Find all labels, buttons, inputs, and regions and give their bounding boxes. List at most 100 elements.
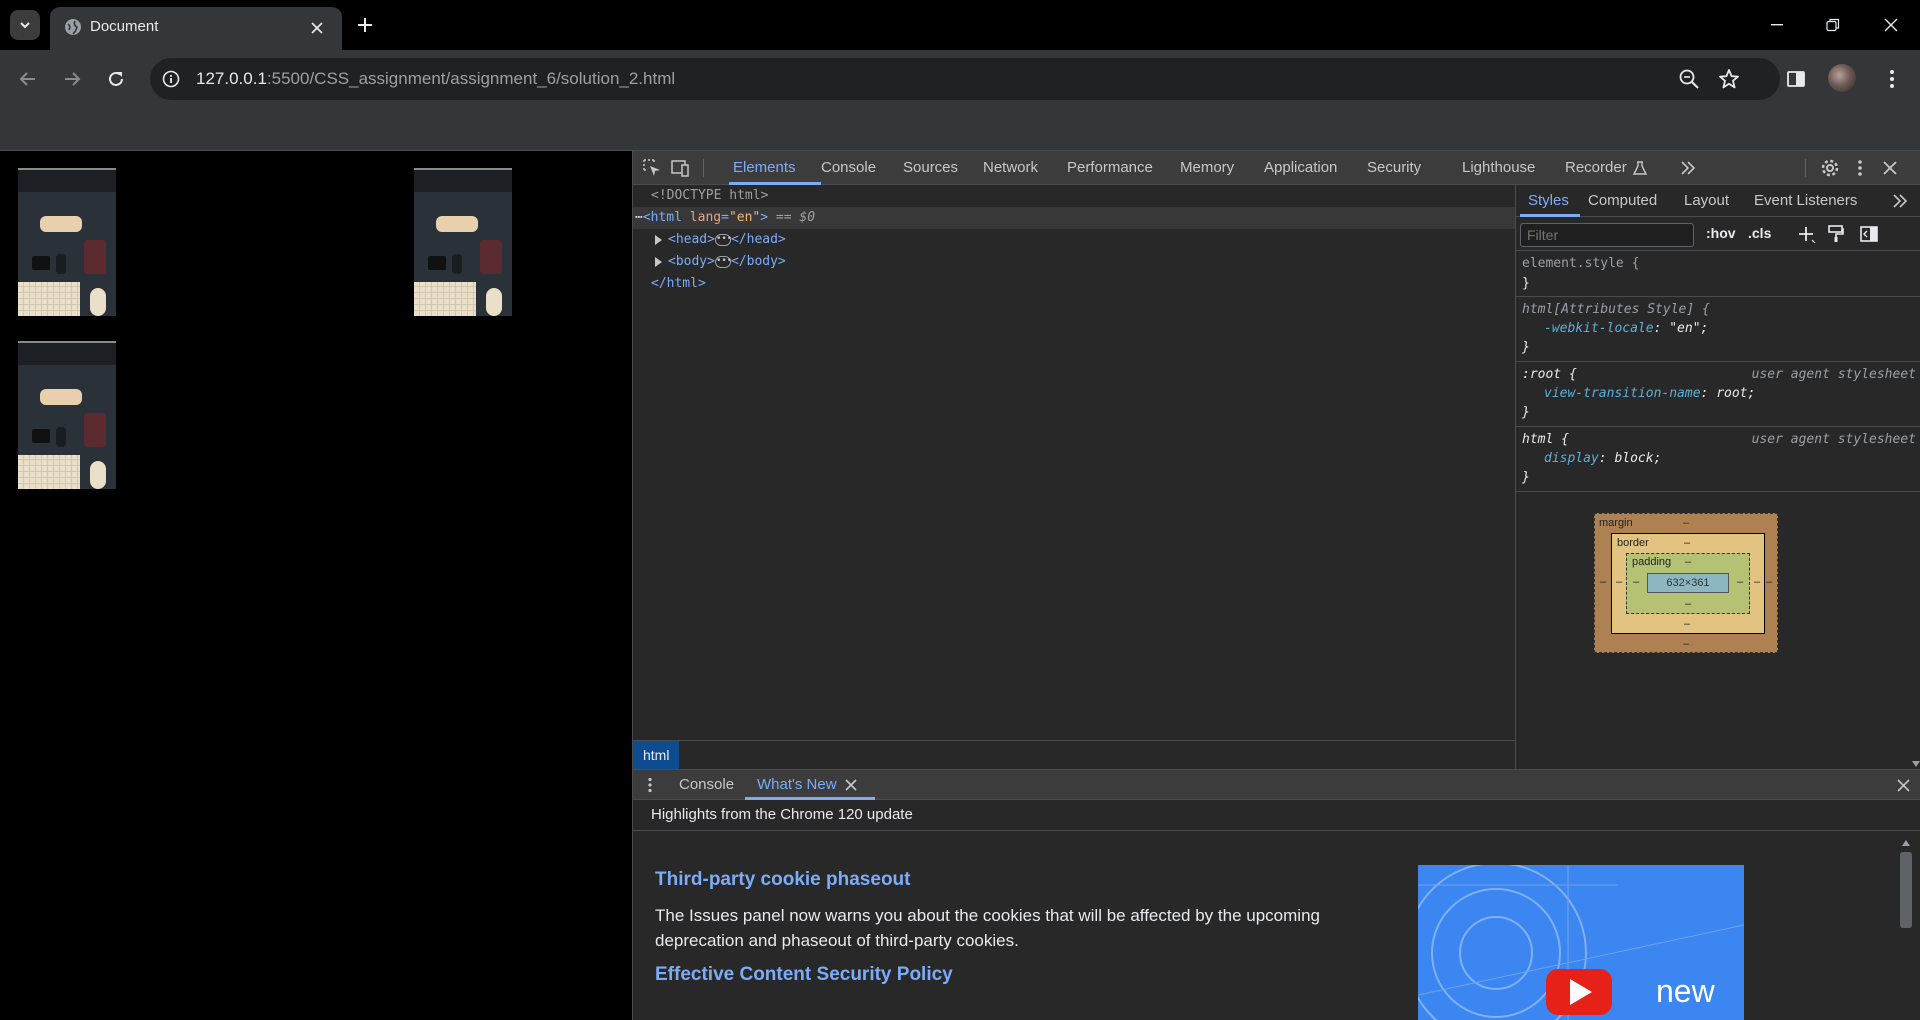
drawer-tab-console[interactable]: Console: [679, 770, 734, 800]
close-icon: [1884, 18, 1898, 32]
devtools-menu-icon[interactable]: [1849, 157, 1871, 179]
dom-head-node[interactable]: <head>•••</head>: [633, 229, 1515, 251]
tab-elements[interactable]: Elements: [733, 151, 796, 185]
styles-filter-row: :hov .cls: [1516, 217, 1920, 251]
minimize-button[interactable]: [1754, 0, 1800, 50]
style-rule-element[interactable]: element.style { }: [1516, 251, 1920, 297]
device-toolbar-icon[interactable]: [669, 157, 691, 179]
plus-icon: [358, 18, 372, 32]
style-rule-html[interactable]: html { user agent stylesheet display: bl…: [1516, 427, 1920, 492]
style-rule-root[interactable]: :root { user agent stylesheet view-trans…: [1516, 362, 1920, 427]
desk-image: [18, 168, 116, 316]
hover-state-toggle[interactable]: :hov: [1706, 225, 1736, 241]
restore-button[interactable]: [1810, 0, 1856, 50]
kebab-menu-icon: [1890, 70, 1894, 88]
box-model-border[interactable]: border – – – – padding – – – – 632×361: [1611, 533, 1765, 634]
new-tab-button[interactable]: [352, 12, 378, 38]
scroll-down-icon[interactable]: [1912, 761, 1920, 767]
tab-application[interactable]: Application: [1264, 151, 1337, 185]
collapsed-ellipsis-icon[interactable]: •••: [714, 255, 732, 268]
dom-html-node-selected[interactable]: ⋯<html lang="en"> == $0: [633, 207, 1515, 229]
drawer-menu-icon[interactable]: [647, 777, 653, 793]
tab-recorder[interactable]: Recorder: [1565, 151, 1627, 185]
styles-pane: Styles Computed Layout Event Listeners :…: [1515, 185, 1920, 769]
browser-toolbar: 127.0.0.1:5500/CSS_assignment/assignment…: [0, 50, 1920, 108]
class-toggle[interactable]: .cls: [1748, 225, 1771, 241]
url-text: 127.0.0.1:5500/CSS_assignment/assignment…: [196, 69, 675, 89]
whats-new-highlights: Highlights from the Chrome 120 update: [633, 800, 1920, 831]
expand-triangle-icon[interactable]: [655, 256, 662, 267]
more-tabs-icon[interactable]: [1892, 194, 1908, 208]
arrow-right-icon: [65, 72, 81, 86]
tab-lighthouse[interactable]: Lighthouse: [1462, 151, 1535, 185]
tab-layout[interactable]: Layout: [1684, 185, 1729, 217]
new-style-rule-icon[interactable]: [1798, 226, 1816, 244]
divider: [1805, 159, 1806, 177]
dom-doctype[interactable]: <!DOCTYPE html>: [633, 185, 1515, 207]
styles-filter-input[interactable]: [1520, 223, 1694, 247]
back-button[interactable]: [12, 63, 44, 95]
side-panel-icon: [1787, 71, 1805, 87]
desk-image: [414, 168, 512, 316]
devtools-tab-bar: Elements Console Sources Network Perform…: [633, 151, 1920, 185]
profile-avatar[interactable]: [1828, 64, 1856, 92]
collapsed-ellipsis-icon[interactable]: •••: [714, 233, 732, 246]
whats-new-heading[interactable]: Third-party cookie phaseout: [655, 869, 910, 891]
tab-computed[interactable]: Computed: [1588, 185, 1657, 217]
close-window-button[interactable]: [1868, 0, 1914, 50]
drawer-tab-bar: Console What's New: [633, 770, 1920, 800]
promo-text: new: [1656, 973, 1715, 1009]
whats-new-heading[interactable]: Effective Content Security Policy: [655, 964, 953, 986]
drawer-scrollbar[interactable]: [1899, 834, 1913, 1020]
box-model-margin[interactable]: margin – – – – border – – – – padding – …: [1594, 513, 1778, 653]
site-info-icon[interactable]: [160, 68, 182, 90]
close-devtools-icon[interactable]: [1879, 157, 1901, 179]
inspect-element-icon[interactable]: [641, 157, 663, 179]
toolbar-spacer: [0, 108, 1920, 151]
browser-tab[interactable]: Document: [50, 7, 342, 50]
node-actions-icon[interactable]: ⋯: [635, 210, 643, 225]
close-drawer-icon[interactable]: [1897, 779, 1910, 792]
close-tab-icon[interactable]: [845, 779, 857, 791]
whats-new-body: The Issues panel now warns you about the…: [655, 906, 1320, 950]
drawer-tab-whats-new[interactable]: What's New: [757, 770, 837, 800]
restore-icon: [1826, 18, 1840, 32]
tab-security[interactable]: Security: [1367, 151, 1421, 185]
forward-button[interactable]: [56, 63, 88, 95]
desk-image: [18, 341, 116, 489]
toggle-sidebar-icon[interactable]: [1860, 226, 1878, 242]
box-model-padding[interactable]: padding – – – – 632×361: [1626, 553, 1750, 614]
whats-new-video-thumbnail[interactable]: new: [1418, 865, 1744, 1020]
tab-sources[interactable]: Sources: [903, 151, 958, 185]
rule-source: user agent stylesheet: [1751, 367, 1916, 382]
side-panel-button[interactable]: [1780, 63, 1812, 95]
bookmark-star-icon[interactable]: [1718, 68, 1740, 90]
address-bar[interactable]: 127.0.0.1:5500/CSS_assignment/assignment…: [150, 58, 1780, 100]
tab-event-listeners[interactable]: Event Listeners: [1754, 185, 1857, 217]
tab-styles[interactable]: Styles: [1528, 185, 1569, 217]
gear-icon[interactable]: [1819, 157, 1841, 179]
tab-performance[interactable]: Performance: [1067, 151, 1153, 185]
tab-memory[interactable]: Memory: [1180, 151, 1234, 185]
dom-html-close[interactable]: </html>: [633, 273, 1515, 295]
more-tabs-icon[interactable]: [1677, 157, 1699, 179]
zoom-icon[interactable]: [1678, 68, 1700, 90]
tab-search-button[interactable]: [10, 10, 40, 40]
arrow-left-icon: [19, 72, 35, 86]
dom-body-node[interactable]: <body>•••</body>: [633, 251, 1515, 273]
browser-menu-button[interactable]: [1876, 63, 1908, 95]
style-rule-attributes[interactable]: html[Attributes Style] { -webkit-locale:…: [1516, 297, 1920, 362]
url-host: 127.0.0.1: [196, 69, 267, 88]
reload-icon: [109, 71, 123, 86]
tab-close-button[interactable]: [306, 17, 328, 39]
page-viewport: [0, 151, 632, 1020]
devtools-drawer: Console What's New Highlights from the C…: [633, 769, 1920, 1020]
tab-console[interactable]: Console: [821, 151, 876, 185]
close-icon: [311, 22, 323, 34]
breadcrumb-item-html[interactable]: html: [633, 741, 680, 769]
tab-network[interactable]: Network: [983, 151, 1038, 185]
box-model-content[interactable]: 632×361: [1647, 573, 1729, 593]
paint-roller-icon[interactable]: [1828, 225, 1844, 243]
expand-triangle-icon[interactable]: [655, 234, 662, 245]
reload-button[interactable]: [100, 63, 132, 95]
